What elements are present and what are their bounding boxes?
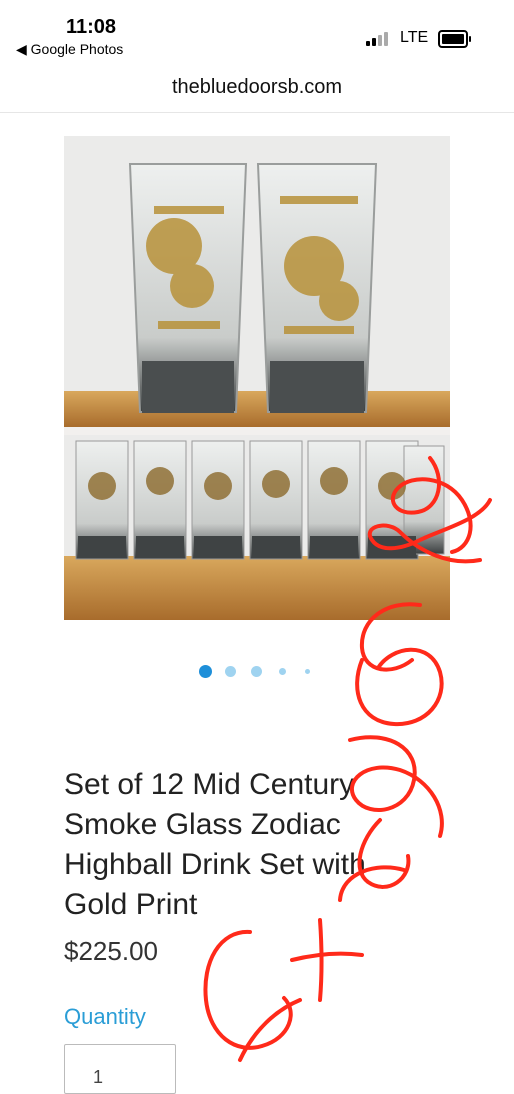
- back-to-app-link[interactable]: ◀ Google Photos: [16, 41, 123, 58]
- pagination-dot-1[interactable]: [199, 665, 212, 678]
- pagination-dot-3[interactable]: [251, 666, 262, 677]
- product-image[interactable]: [64, 136, 450, 620]
- quantity-label: Quantity: [64, 1004, 146, 1029]
- zodiac-glasses-photo: [64, 136, 450, 620]
- product-title: Set of 12 Mid Century Smoke Glass Zodiac…: [64, 768, 366, 921]
- gallery-pagination: [0, 660, 514, 682]
- clock: 11:08: [66, 16, 117, 38]
- pagination-dot-5[interactable]: [305, 669, 310, 674]
- battery-icon: [438, 30, 471, 48]
- url-text[interactable]: thebluedoorsb.com: [0, 76, 514, 99]
- status-bar: 11:08 ◀ Google Photos LTE: [0, 0, 514, 62]
- browser-url-bar[interactable]: thebluedoorsb.com: [0, 62, 514, 113]
- product-price: $225.00: [64, 936, 158, 966]
- signal-strength-icon: [366, 32, 392, 46]
- pagination-dot-4[interactable]: [279, 668, 286, 675]
- network-type: LTE: [400, 29, 429, 46]
- quantity-input[interactable]: 1: [64, 1044, 176, 1094]
- pagination-dot-2[interactable]: [225, 666, 236, 677]
